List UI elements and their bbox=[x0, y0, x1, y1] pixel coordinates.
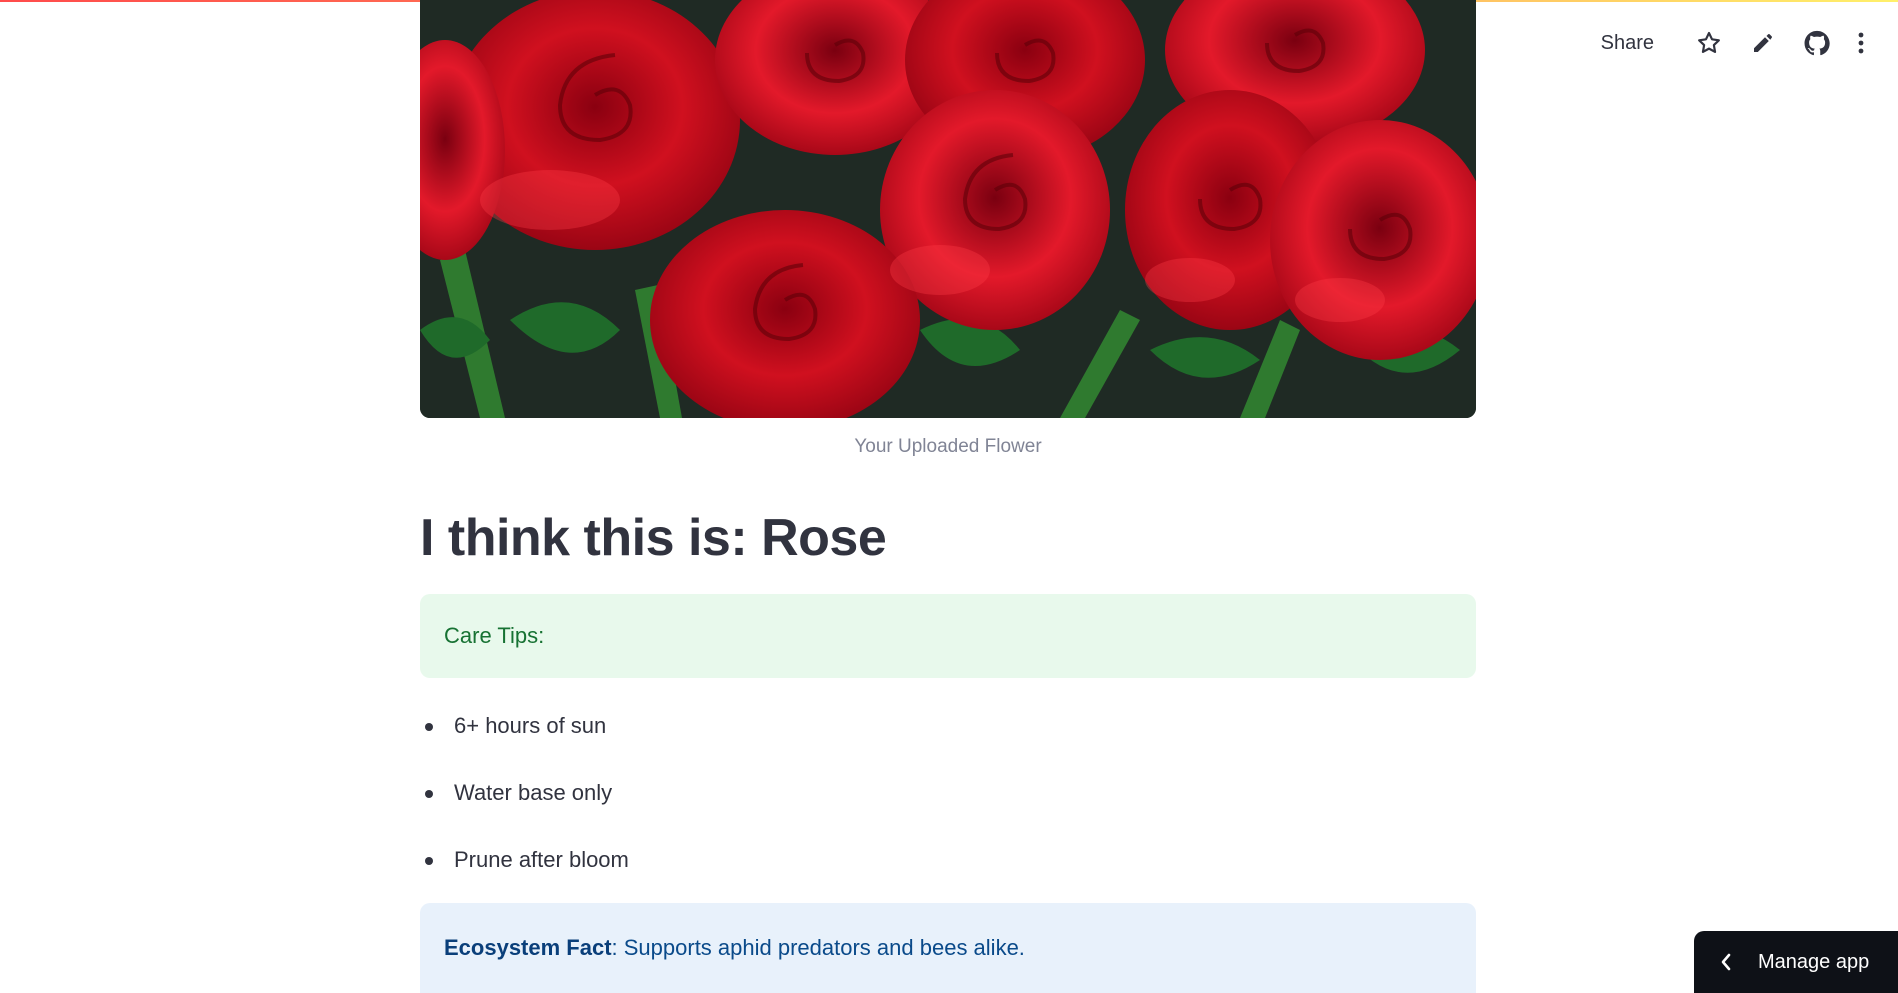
image-caption: Your Uploaded Flower bbox=[854, 436, 1042, 457]
list-item: 6+ hours of sun bbox=[420, 692, 1476, 759]
care-tips-list: 6+ hours of sun Water base only Prune af… bbox=[420, 692, 1476, 893]
main-content: Your Uploaded Flower I think this is: Ro… bbox=[420, 0, 1476, 993]
ecosystem-fact-text: : Supports aphid predators and bees alik… bbox=[611, 935, 1025, 960]
care-tips-alert: Care Tips: bbox=[420, 594, 1476, 678]
app-toolbar: Share bbox=[1601, 26, 1878, 60]
list-item: Prune after bloom bbox=[420, 826, 1476, 893]
edit-pencil-icon[interactable] bbox=[1736, 26, 1790, 60]
chevron-left-icon bbox=[1694, 952, 1758, 972]
ecosystem-fact-label: Ecosystem Fact bbox=[444, 935, 612, 960]
manage-app-button[interactable]: Manage app bbox=[1694, 931, 1898, 993]
prediction-heading: I think this is: Rose bbox=[420, 509, 887, 567]
share-button[interactable]: Share bbox=[1601, 32, 1654, 55]
list-item: Water base only bbox=[420, 759, 1476, 826]
uploaded-flower-image bbox=[420, 0, 1476, 418]
manage-app-label: Manage app bbox=[1758, 950, 1870, 973]
star-icon[interactable] bbox=[1682, 26, 1736, 60]
ecosystem-fact-alert: Ecosystem Fact: Supports aphid predators… bbox=[420, 903, 1476, 993]
care-tips-title: Care Tips: bbox=[444, 623, 545, 648]
more-options-icon[interactable] bbox=[1844, 26, 1878, 60]
github-icon[interactable] bbox=[1790, 26, 1844, 60]
